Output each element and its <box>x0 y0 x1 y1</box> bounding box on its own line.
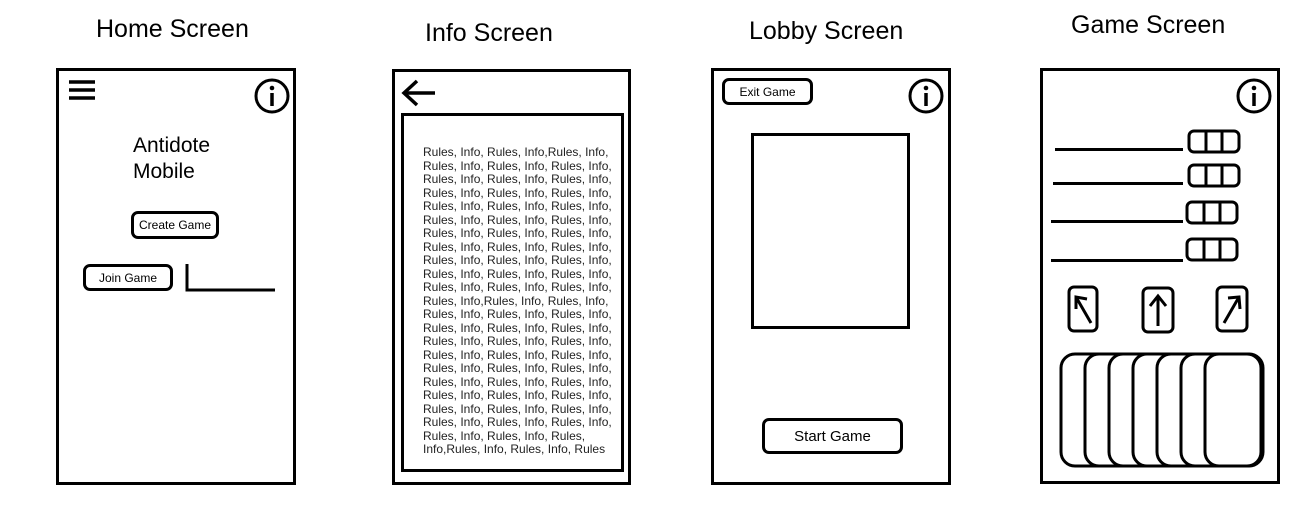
arrow-up-button[interactable] <box>1141 286 1177 336</box>
create-game-button[interactable]: Create Game <box>131 211 219 239</box>
app-title-line-2: Mobile <box>133 160 195 183</box>
home-screen-title: Home Screen <box>96 15 249 43</box>
player-name-line <box>1053 182 1183 185</box>
exit-game-button[interactable]: Exit Game <box>722 78 813 105</box>
arrow-up-left-button[interactable] <box>1067 285 1101 335</box>
player-name-line <box>1055 148 1183 151</box>
player-card-slots <box>1185 237 1239 262</box>
back-arrow-icon[interactable] <box>401 78 437 108</box>
player-card-slots <box>1185 200 1239 225</box>
join-game-button[interactable]: Join Game <box>83 264 173 291</box>
game-screen-phone <box>1040 68 1280 484</box>
hamburger-menu-icon[interactable] <box>67 79 97 101</box>
app-title: Antidote Mobile <box>133 133 210 185</box>
game-screen-title: Game Screen <box>1071 11 1226 39</box>
player-list-panel <box>751 133 910 329</box>
info-icon[interactable] <box>254 78 290 114</box>
game-code-input[interactable] <box>185 264 277 294</box>
player-name-line <box>1051 259 1183 262</box>
home-screen-phone: Antidote Mobile Create Game Join Game <box>56 68 296 485</box>
player-card-slots <box>1187 163 1241 188</box>
hand-card <box>1203 352 1263 468</box>
info-screen-phone: Rules, Info, Rules, Info,Rules, Info, Ru… <box>392 69 631 485</box>
info-icon[interactable] <box>1236 78 1272 114</box>
rules-text: Rules, Info, Rules, Info,Rules, Info, Ru… <box>423 145 612 456</box>
info-icon[interactable] <box>908 78 944 114</box>
player-name-line <box>1051 220 1183 223</box>
rules-panel[interactable]: Rules, Info, Rules, Info,Rules, Info, Ru… <box>401 113 624 472</box>
lobby-screen-phone: Exit Game Start Game <box>711 68 951 485</box>
app-title-line-1: Antidote <box>133 134 211 157</box>
start-game-button[interactable]: Start Game <box>762 418 903 454</box>
lobby-screen-title: Lobby Screen <box>749 17 904 45</box>
card-hand[interactable] <box>1059 351 1265 471</box>
arrow-up-right-button[interactable] <box>1215 285 1251 335</box>
info-screen-title: Info Screen <box>425 19 553 47</box>
player-card-slots <box>1187 129 1241 154</box>
